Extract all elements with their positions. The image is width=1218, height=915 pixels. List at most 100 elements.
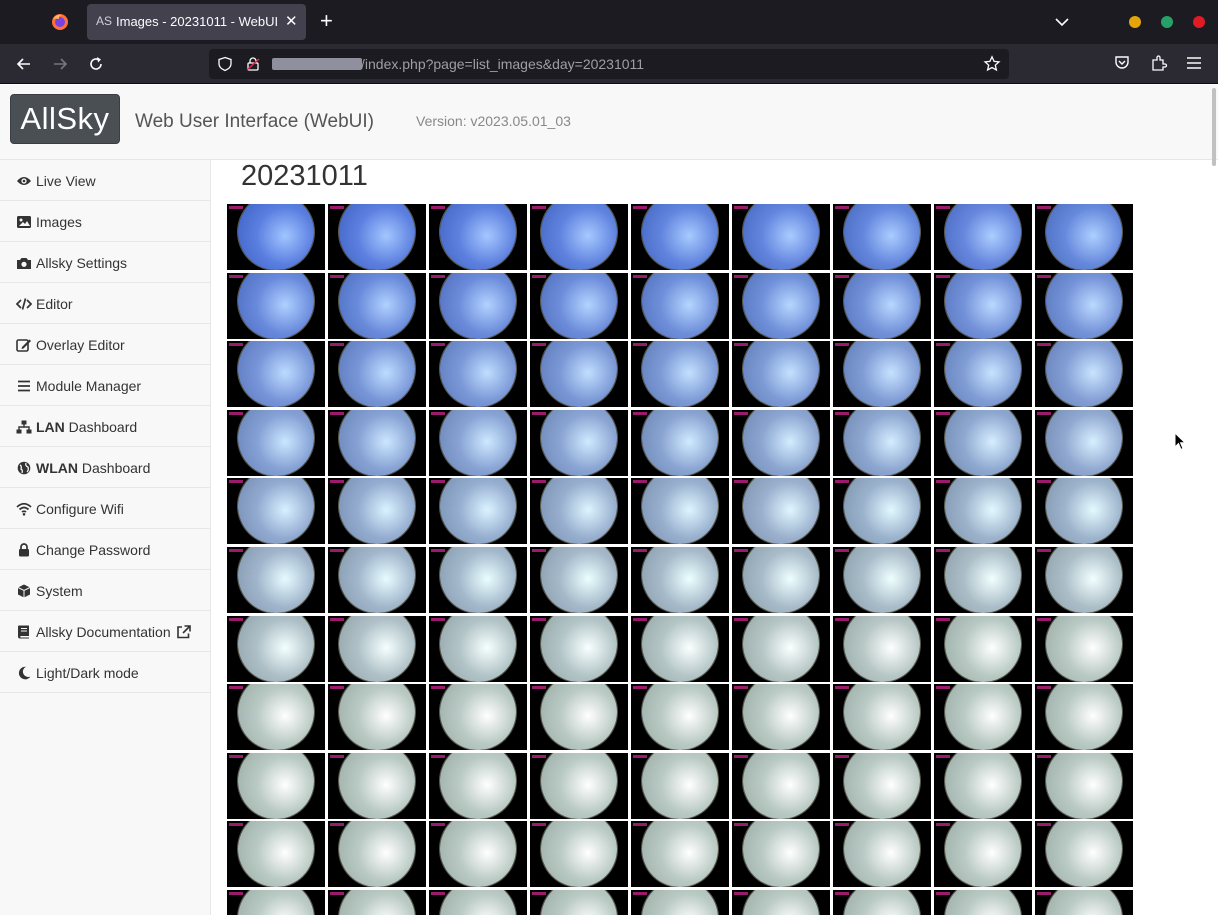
image-thumbnail[interactable]	[934, 890, 1032, 915]
pocket-icon[interactable]	[1113, 54, 1131, 72]
image-thumbnail[interactable]	[328, 890, 426, 915]
sidebar-item-allsky-settings[interactable]: Allsky Settings	[0, 242, 210, 283]
image-thumbnail[interactable]	[631, 204, 729, 270]
window-close-button[interactable]	[1193, 16, 1205, 28]
image-thumbnail[interactable]	[732, 204, 830, 270]
image-thumbnail[interactable]	[530, 547, 628, 613]
image-thumbnail[interactable]	[328, 410, 426, 476]
image-thumbnail[interactable]	[934, 547, 1032, 613]
image-thumbnail[interactable]	[732, 821, 830, 887]
image-thumbnail[interactable]	[328, 478, 426, 544]
url-bar[interactable]: /index.php?page=list_images&day=20231011	[209, 49, 1009, 79]
image-thumbnail[interactable]	[833, 684, 931, 750]
image-thumbnail[interactable]	[530, 890, 628, 915]
image-thumbnail[interactable]	[631, 341, 729, 407]
image-thumbnail[interactable]	[934, 273, 1032, 339]
image-thumbnail[interactable]	[328, 204, 426, 270]
extensions-icon[interactable]	[1150, 54, 1168, 72]
back-arrow-icon[interactable]	[14, 54, 34, 74]
sidebar-item-light-dark-mode[interactable]: Light/Dark mode	[0, 652, 210, 693]
image-thumbnail[interactable]	[227, 821, 325, 887]
image-thumbnail[interactable]	[530, 753, 628, 819]
image-thumbnail[interactable]	[429, 890, 527, 915]
image-thumbnail[interactable]	[934, 341, 1032, 407]
image-thumbnail[interactable]	[732, 410, 830, 476]
image-thumbnail[interactable]	[833, 410, 931, 476]
image-thumbnail[interactable]	[732, 478, 830, 544]
image-thumbnail[interactable]	[227, 204, 325, 270]
image-thumbnail[interactable]	[227, 616, 325, 682]
image-thumbnail[interactable]	[1035, 890, 1133, 915]
reload-icon[interactable]	[86, 54, 106, 74]
browser-tab-active[interactable]: AS Images - 20231011 - WebUI ✕	[87, 4, 306, 40]
forward-arrow-icon[interactable]	[50, 54, 70, 74]
allsky-logo[interactable]: AllSky	[10, 94, 120, 144]
image-thumbnail[interactable]	[328, 753, 426, 819]
hamburger-menu-icon[interactable]	[1185, 54, 1203, 72]
sidebar-item-module-manager[interactable]: Module Manager	[0, 365, 210, 406]
image-thumbnail[interactable]	[732, 341, 830, 407]
image-thumbnail[interactable]	[1035, 616, 1133, 682]
image-thumbnail[interactable]	[1035, 478, 1133, 544]
image-thumbnail[interactable]	[934, 204, 1032, 270]
image-thumbnail[interactable]	[833, 821, 931, 887]
image-thumbnail[interactable]	[833, 273, 931, 339]
sidebar-item-editor[interactable]: Editor	[0, 283, 210, 324]
image-thumbnail[interactable]	[328, 341, 426, 407]
image-thumbnail[interactable]	[1035, 684, 1133, 750]
image-thumbnail[interactable]	[631, 821, 729, 887]
image-thumbnail[interactable]	[530, 821, 628, 887]
image-thumbnail[interactable]	[227, 547, 325, 613]
page-scrollbar[interactable]	[1212, 88, 1216, 166]
image-thumbnail[interactable]	[833, 890, 931, 915]
sidebar-item-wlan-dashboard[interactable]: WLAN Dashboard	[0, 447, 210, 488]
image-thumbnail[interactable]	[934, 410, 1032, 476]
image-thumbnail[interactable]	[631, 410, 729, 476]
image-thumbnail[interactable]	[732, 273, 830, 339]
image-thumbnail[interactable]	[227, 684, 325, 750]
image-thumbnail[interactable]	[631, 753, 729, 819]
new-tab-icon[interactable]: +	[320, 10, 333, 32]
window-minimize-button[interactable]	[1129, 16, 1141, 28]
image-thumbnail[interactable]	[631, 684, 729, 750]
image-thumbnail[interactable]	[934, 821, 1032, 887]
image-thumbnail[interactable]	[530, 204, 628, 270]
image-thumbnail[interactable]	[227, 341, 325, 407]
image-thumbnail[interactable]	[1035, 547, 1133, 613]
tab-close-icon[interactable]: ✕	[285, 12, 298, 30]
image-thumbnail[interactable]	[429, 547, 527, 613]
image-thumbnail[interactable]	[530, 410, 628, 476]
sidebar-item-allsky-documentation[interactable]: Allsky Documentation	[0, 611, 210, 652]
sidebar-item-live-view[interactable]: Live View	[0, 160, 210, 201]
image-thumbnail[interactable]	[429, 341, 527, 407]
image-thumbnail[interactable]	[631, 478, 729, 544]
image-thumbnail[interactable]	[429, 821, 527, 887]
sidebar-item-system[interactable]: System	[0, 570, 210, 611]
image-thumbnail[interactable]	[631, 890, 729, 915]
image-thumbnail[interactable]	[429, 478, 527, 544]
image-thumbnail[interactable]	[833, 341, 931, 407]
image-thumbnail[interactable]	[328, 273, 426, 339]
image-thumbnail[interactable]	[530, 616, 628, 682]
image-thumbnail[interactable]	[833, 547, 931, 613]
image-thumbnail[interactable]	[1035, 753, 1133, 819]
sidebar-item-configure-wifi[interactable]: Configure Wifi	[0, 488, 210, 529]
image-thumbnail[interactable]	[934, 616, 1032, 682]
image-thumbnail[interactable]	[833, 616, 931, 682]
image-thumbnail[interactable]	[328, 684, 426, 750]
image-thumbnail[interactable]	[732, 684, 830, 750]
image-thumbnail[interactable]	[429, 204, 527, 270]
image-thumbnail[interactable]	[530, 341, 628, 407]
firefox-icon[interactable]	[50, 12, 70, 32]
image-thumbnail[interactable]	[530, 478, 628, 544]
image-thumbnail[interactable]	[732, 890, 830, 915]
image-thumbnail[interactable]	[227, 478, 325, 544]
image-thumbnail[interactable]	[429, 616, 527, 682]
sidebar-item-images[interactable]: Images	[0, 201, 210, 242]
image-thumbnail[interactable]	[328, 821, 426, 887]
insecure-lock-icon[interactable]	[245, 56, 261, 72]
window-maximize-button[interactable]	[1161, 16, 1173, 28]
image-thumbnail[interactable]	[1035, 821, 1133, 887]
shield-icon[interactable]	[217, 56, 233, 72]
image-thumbnail[interactable]	[934, 753, 1032, 819]
